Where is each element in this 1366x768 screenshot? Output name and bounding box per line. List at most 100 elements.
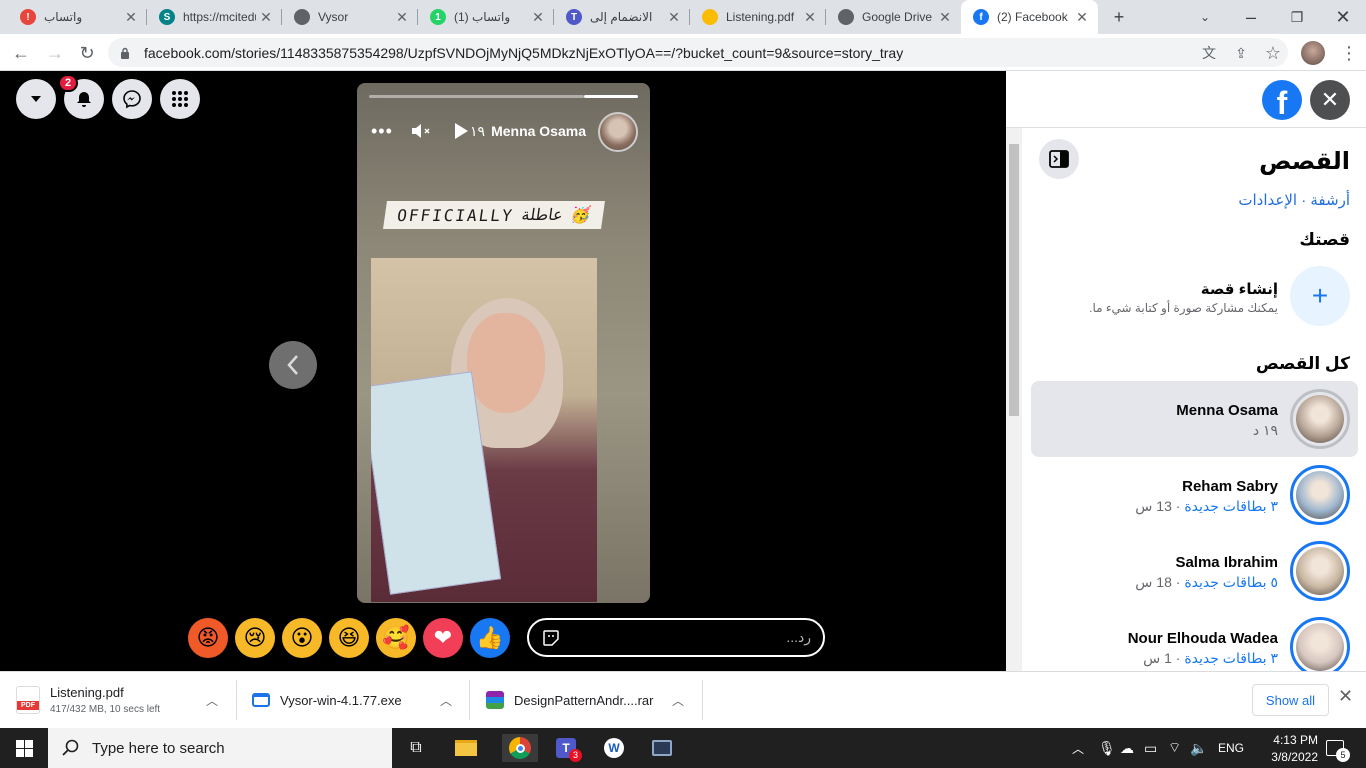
- create-story-title[interactable]: إنشاء قصة: [1201, 280, 1278, 298]
- panel-scrollbar-thumb[interactable]: [1009, 144, 1019, 416]
- story-more-options-icon[interactable]: •••: [371, 121, 393, 142]
- show-all-downloads-button[interactable]: Show all: [1252, 684, 1329, 716]
- messenger-button[interactable]: [112, 79, 152, 119]
- forward-button[interactable]: →: [40, 38, 70, 68]
- windows-start-icon[interactable]: [10, 734, 38, 762]
- task-view-icon[interactable]: ⧉: [402, 734, 430, 762]
- reload-button[interactable]: ↻: [72, 38, 102, 68]
- tab-search-chevron-icon[interactable]: ⌄: [1190, 0, 1220, 34]
- account-dropdown-button[interactable]: [16, 79, 56, 119]
- stories-title: القصص: [1259, 148, 1350, 175]
- profile-avatar[interactable]: [1298, 38, 1328, 68]
- like-reaction-button[interactable]: 👍: [470, 618, 510, 658]
- tab-2[interactable]: Shttps://mcitedu ✕: [147, 0, 282, 34]
- tab-close-icon[interactable]: ✕: [256, 9, 276, 26]
- story-row[interactable]: Reham Sabry ٣ بطاقات جديدة · 13 س: [1031, 457, 1358, 533]
- word-taskbar-icon[interactable]: W: [600, 734, 628, 762]
- tab-close-icon[interactable]: ✕: [800, 9, 820, 26]
- tab-close-icon[interactable]: ✕: [528, 9, 548, 26]
- wow-reaction-button[interactable]: 😮: [282, 618, 322, 658]
- story-card[interactable]: ••• Menna Osama ١٩ OFFICIALLY عاطلة 🥳: [357, 83, 650, 603]
- clock[interactable]: 4:13 PM 3/8/2022: [1260, 728, 1318, 768]
- tab-5[interactable]: T الانضمام إلى ✕: [554, 0, 690, 34]
- menu-kebab-icon[interactable]: ⋮: [1334, 38, 1364, 68]
- play-icon[interactable]: [453, 122, 469, 145]
- create-story-button[interactable]: +: [1290, 266, 1350, 326]
- sad-reaction-button[interactable]: 😢: [235, 618, 275, 658]
- new-tab-button[interactable]: +: [1104, 0, 1134, 34]
- tab-close-icon[interactable]: ✕: [1072, 9, 1092, 26]
- teams-taskbar-icon[interactable]: T 3: [552, 734, 582, 762]
- facebook-logo-icon[interactable]: f: [1262, 80, 1302, 120]
- care-reaction-button[interactable]: 🥰: [376, 618, 416, 658]
- story-progress-track: [369, 95, 584, 98]
- tab-close-icon[interactable]: ✕: [664, 9, 684, 26]
- file-explorer-icon[interactable]: [452, 734, 480, 762]
- tab-1[interactable]: ! واتساب ✕: [8, 0, 147, 34]
- translate-icon[interactable]: 文: [1194, 38, 1224, 68]
- tab-close-icon[interactable]: ✕: [392, 9, 412, 26]
- wifi-icon[interactable]: ⌔: [1168, 728, 1181, 768]
- story-row[interactable]: Nour Elhouda Wadea ٣ بطاقات جديدة · 1 س: [1031, 609, 1358, 671]
- share-icon[interactable]: ⇪: [1226, 38, 1256, 68]
- story-reply-input[interactable]: رد...: [527, 618, 825, 657]
- previous-story-button[interactable]: [269, 341, 317, 389]
- story-name: Salma Ibrahim: [1175, 554, 1278, 571]
- menu-grid-button[interactable]: [160, 79, 200, 119]
- new-cards-count: ٣ بطاقات جديدة: [1184, 650, 1278, 666]
- chrome-taskbar-icon[interactable]: [502, 734, 538, 762]
- haha-reaction-button[interactable]: 😆: [329, 618, 369, 658]
- minimize-button[interactable]: –: [1236, 0, 1266, 34]
- story-photo: [371, 258, 597, 602]
- story-avatar: [1290, 617, 1350, 671]
- tab-close-icon[interactable]: ✕: [121, 9, 141, 26]
- cloud-sync-icon[interactable]: ☁: [1120, 728, 1134, 768]
- back-button[interactable]: ←: [6, 38, 36, 68]
- mute-icon[interactable]: [409, 119, 433, 148]
- story-row[interactable]: Salma Ibrahim ٥ بطاقات جديدة · 18 س: [1031, 533, 1358, 609]
- close-stories-button[interactable]: ✕: [1310, 80, 1350, 120]
- angry-reaction-button[interactable]: 😡: [188, 618, 228, 658]
- love-reaction-button[interactable]: ❤: [423, 618, 463, 658]
- taskbar-search-input[interactable]: Type here to search: [48, 728, 392, 768]
- tab-6[interactable]: Listening.pdf ✕: [690, 0, 826, 34]
- download-item-listening[interactable]: PDF Listening.pdf 417/432 MB, 10 secs le…: [16, 680, 226, 720]
- download-item-rar[interactable]: DesignPatternAndr....rar ︿: [486, 680, 692, 720]
- haha-icon: 😆: [337, 625, 361, 650]
- tab-close-icon[interactable]: ✕: [935, 9, 955, 26]
- action-center-icon[interactable]: 5: [1326, 728, 1350, 768]
- story-row[interactable]: Menna Osama ١٩ د: [1031, 381, 1358, 457]
- battery-icon[interactable]: ▭: [1144, 728, 1157, 768]
- vysor-taskbar-icon[interactable]: [648, 734, 676, 762]
- chevron-up-icon[interactable]: ︿: [206, 692, 218, 709]
- sidebar-toggle-icon: [1049, 150, 1069, 168]
- story-avatar: [1290, 541, 1350, 601]
- language-indicator[interactable]: ENG: [1218, 728, 1244, 768]
- microphone-icon[interactable]: 🎙: [1098, 728, 1116, 768]
- bookmark-star-icon[interactable]: ☆: [1258, 38, 1288, 68]
- panel-scrollbar[interactable]: [1006, 128, 1022, 671]
- restore-button[interactable]: ❐: [1282, 0, 1312, 34]
- chevron-up-icon[interactable]: ︿: [672, 692, 684, 709]
- tab-8[interactable]: f (2) Facebook ✕: [961, 0, 1098, 34]
- tab-4[interactable]: 1 (1) واتساب ✕: [418, 0, 554, 34]
- settings-link[interactable]: الإعدادات: [1238, 192, 1297, 209]
- archive-link[interactable]: أرشفة: [1310, 192, 1350, 209]
- tab-title: Google Drive: [862, 10, 933, 24]
- url-text: facebook.com/stories/1148335875354298/Uz…: [144, 44, 904, 61]
- story-meta: ٥ بطاقات جديدة · 18 س: [1135, 574, 1278, 591]
- address-bar[interactable]: facebook.com/stories/1148335875354298/Uz…: [108, 38, 1288, 67]
- tab-7[interactable]: Google Drive ✕: [826, 0, 961, 34]
- close-download-bar-icon[interactable]: ✕: [1338, 686, 1353, 707]
- collapse-panel-button[interactable]: [1039, 139, 1079, 179]
- volume-icon[interactable]: 🔈: [1190, 728, 1207, 768]
- search-placeholder: Type here to search: [92, 739, 225, 757]
- story-author-avatar[interactable]: [598, 112, 638, 152]
- tray-chevron-up-icon[interactable]: ︿: [1072, 728, 1084, 768]
- close-window-button[interactable]: ✕: [1328, 0, 1358, 34]
- tab-3[interactable]: Vysor ✕: [282, 0, 418, 34]
- chevron-up-icon[interactable]: ︿: [440, 692, 452, 709]
- story-time: · 13 س: [1135, 498, 1185, 514]
- link-separator: ·: [1297, 192, 1311, 209]
- download-item-vysor[interactable]: Vysor-win-4.1.77.exe ︿: [252, 680, 458, 720]
